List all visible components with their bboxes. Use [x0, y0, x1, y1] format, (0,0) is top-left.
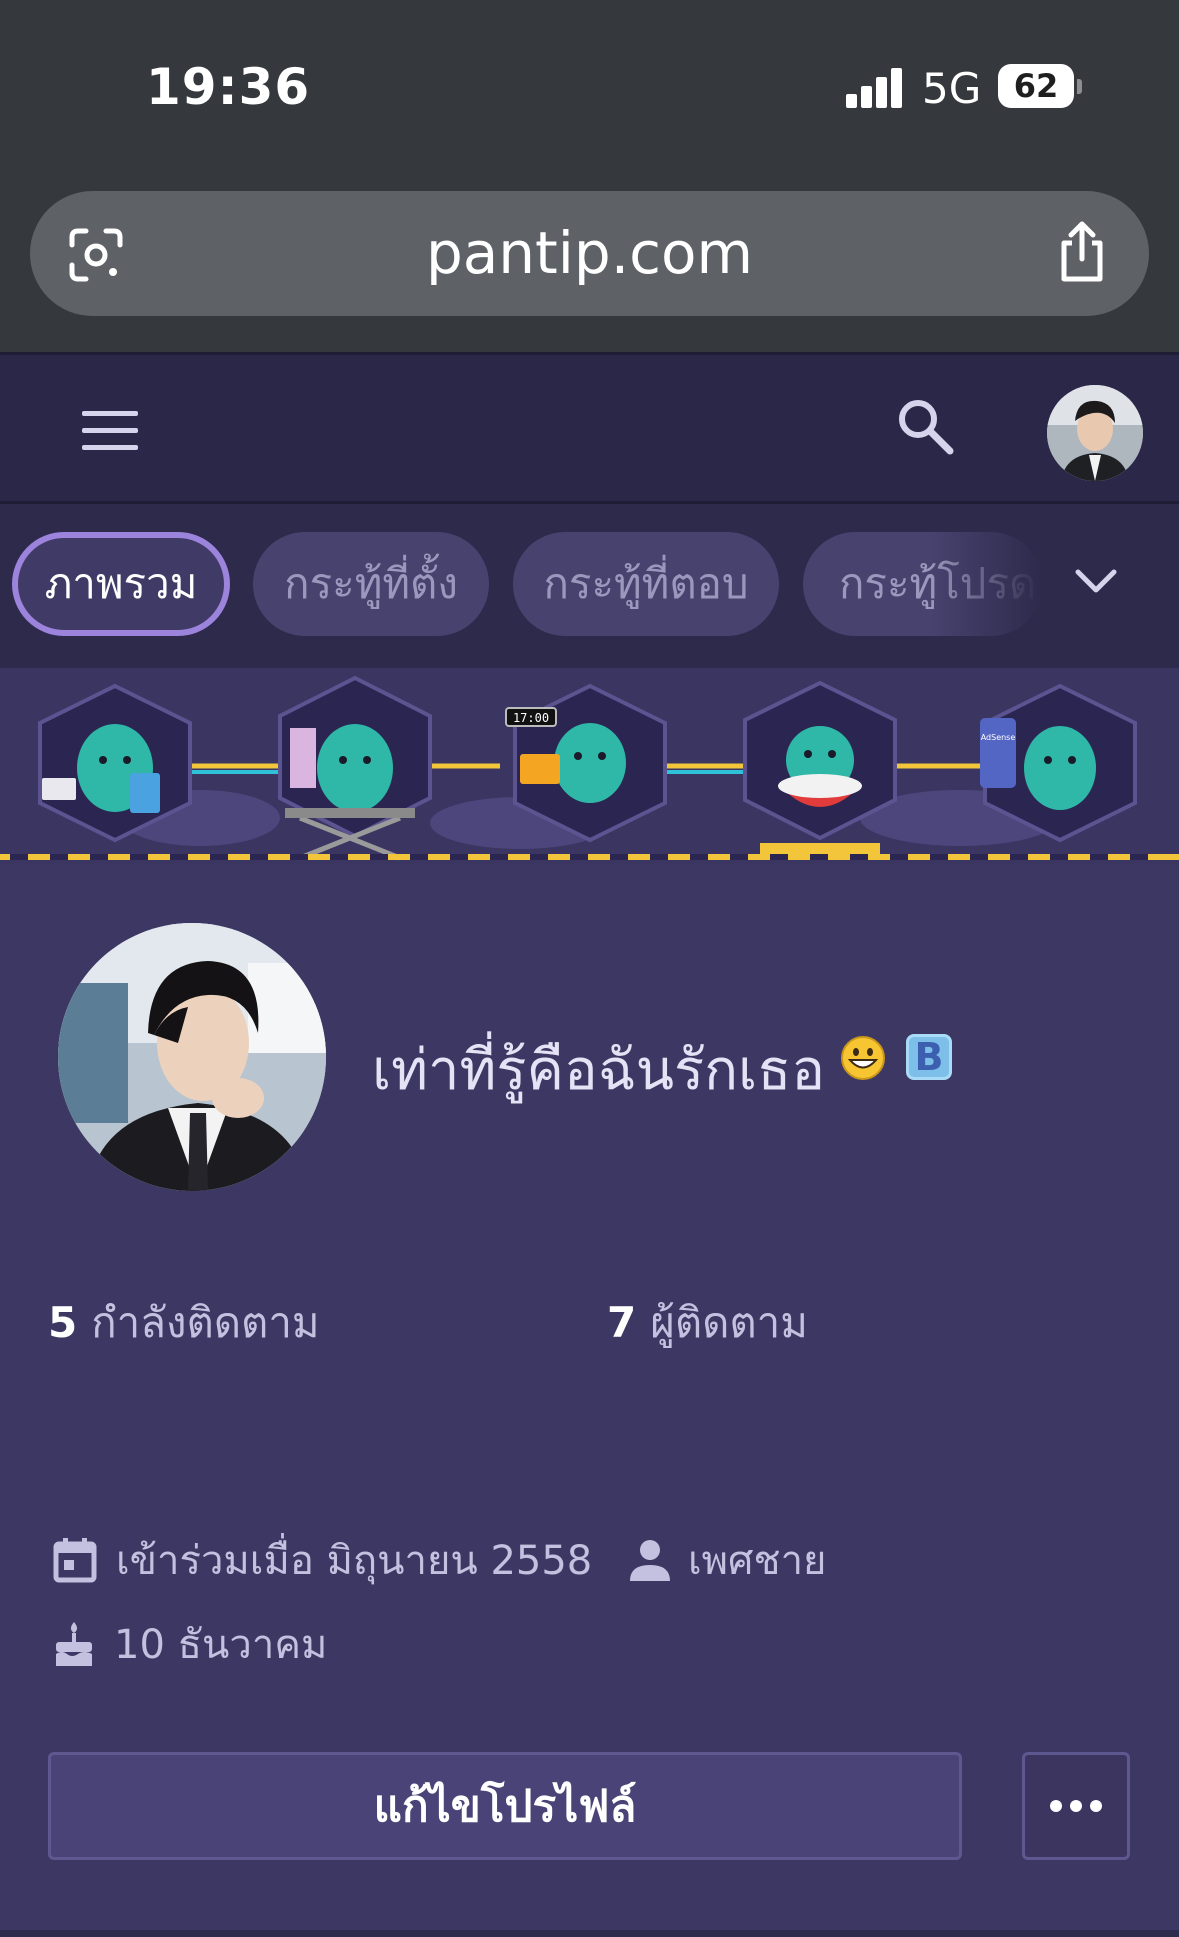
banner-illustration: 17:00 AdSense [0, 675, 1179, 861]
grinning-face-icon [841, 1036, 885, 1080]
tab-created-topics[interactable]: กระทู้ที่ตั้ง [253, 532, 489, 636]
following-label: กำลังติดตาม [91, 1298, 320, 1347]
share-icon[interactable] [1054, 219, 1110, 285]
url-text[interactable]: pantip.com [30, 219, 1149, 287]
following-count: 5 [48, 1298, 78, 1347]
more-dot-icon [1090, 1800, 1102, 1812]
more-dot-icon [1070, 1800, 1082, 1812]
cellular-signal-icon [846, 68, 904, 108]
profile-tabs: ภาพรวม กระทู้ที่ตั้ง กระทู้ที่ตอบ กระทู้… [0, 504, 1179, 668]
chevron-down-icon[interactable] [1074, 566, 1118, 596]
hamburger-menu-icon[interactable] [82, 411, 138, 451]
followers-count: 7 [607, 1298, 637, 1347]
browser-chrome: 19:36 5G 62 pantip.com [0, 0, 1179, 352]
search-icon[interactable] [896, 397, 956, 457]
avatar-image [1047, 385, 1143, 481]
more-dot-icon [1050, 1800, 1062, 1812]
birthday-row: 10 ธันวาคม [52, 1612, 327, 1676]
more-options-button[interactable] [1022, 1752, 1130, 1860]
banner-adsense: AdSense [981, 733, 1016, 742]
site-header [0, 352, 1179, 504]
edit-profile-button[interactable]: แก้ไขโปรไฟล์ [48, 1752, 962, 1860]
blogger-badge: B [906, 1034, 952, 1080]
gender-row: เพศชาย [630, 1528, 826, 1592]
tab-replied-topics[interactable]: กระทู้ที่ตอบ [513, 532, 779, 636]
following-stat[interactable]: 5 กำลังติดตาม [48, 1290, 320, 1356]
birthday: 10 ธันวาคม [114, 1622, 328, 1668]
section-divider [0, 1930, 1179, 1937]
joined-date-row: เข้าร่วมเมื่อ มิถุนายน 2558 [52, 1528, 592, 1592]
followers-stat[interactable]: 7 ผู้ติดตาม [607, 1290, 808, 1356]
profile-avatar[interactable] [58, 923, 326, 1191]
followers-label: ผู้ติดตาม [650, 1298, 808, 1347]
gender: เพศชาย [688, 1538, 827, 1584]
battery-indicator: 62 [998, 64, 1074, 108]
network-type: 5G [922, 64, 982, 113]
header-avatar[interactable] [1047, 385, 1143, 481]
tab-overview[interactable]: ภาพรวม [12, 532, 230, 636]
address-bar[interactable]: pantip.com [30, 191, 1149, 316]
status-time: 19:36 [146, 58, 311, 116]
person-icon [630, 1540, 670, 1581]
birthday-cake-icon [56, 1622, 92, 1666]
calendar-icon [53, 1538, 97, 1583]
tabs-fade [930, 504, 1070, 668]
profile-banner: 17:00 AdSense [0, 668, 1179, 864]
profile-name: เท่าที่รู้คือฉันรักเธอ [372, 1038, 825, 1103]
joined-date: เข้าร่วมเมื่อ มิถุนายน 2558 [116, 1538, 593, 1584]
profile-avatar-image [58, 923, 326, 1191]
banner-clock: 17:00 [513, 711, 549, 725]
battery-tip [1077, 79, 1082, 94]
